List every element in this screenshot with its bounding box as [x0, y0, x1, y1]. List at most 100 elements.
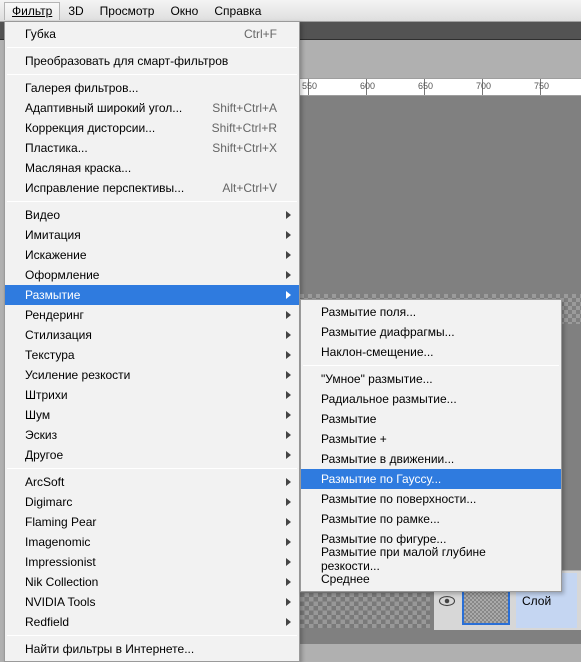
filter-menu-item[interactable]: Пластика...Shift+Ctrl+X	[5, 138, 299, 158]
blur-submenu-item[interactable]: Среднее	[301, 569, 561, 589]
submenu-arrow-icon	[286, 478, 291, 486]
menu-item-label: Redfield	[25, 615, 277, 629]
filter-menu-item[interactable]: Nik Collection	[5, 572, 299, 592]
filter-menu-item[interactable]: Imagenomic	[5, 532, 299, 552]
menubar-item-view[interactable]: Просмотр	[92, 2, 163, 20]
submenu-arrow-icon	[286, 498, 291, 506]
submenu-arrow-icon	[286, 558, 291, 566]
visibility-eye-icon[interactable]	[438, 595, 456, 607]
filter-menu-item[interactable]: Исправление перспективы... Alt+Ctrl+V	[5, 178, 299, 198]
submenu-arrow-icon	[286, 518, 291, 526]
blur-submenu-item[interactable]: Размытие поля...	[301, 302, 561, 322]
filter-menu-item[interactable]: Штрихи	[5, 385, 299, 405]
blur-submenu-item[interactable]: Размытие диафрагмы...	[301, 322, 561, 342]
blur-submenu-item[interactable]: Наклон-смещение...	[301, 342, 561, 362]
submenu-arrow-icon	[286, 231, 291, 239]
menubar-label: Просмотр	[100, 4, 155, 18]
menubar-label: Окно	[170, 4, 198, 18]
submenu-arrow-icon	[286, 311, 291, 319]
menu-item-label: Губка	[25, 27, 228, 41]
filter-menu-item[interactable]: Губка Ctrl+F	[5, 24, 299, 44]
submenu-arrow-icon	[286, 598, 291, 606]
menu-separator	[7, 74, 297, 75]
blur-submenu-item[interactable]: Размытие по рамке...	[301, 509, 561, 529]
filter-menu-item[interactable]: Шум	[5, 405, 299, 425]
menu-item-label: Размытие по фигуре...	[321, 532, 539, 546]
menu-item-label: Наклон-смещение...	[321, 345, 539, 359]
filter-menu-item[interactable]: Другое	[5, 445, 299, 465]
blur-submenu-item[interactable]: Размытие +	[301, 429, 561, 449]
menu-item-label: Найти фильтры в Интернете...	[25, 642, 277, 656]
ruler-tick: 650	[418, 81, 433, 91]
menubar-item-filter[interactable]: Фильтр	[4, 2, 60, 20]
filter-menu-item[interactable]: Коррекция дисторсии...Shift+Ctrl+R	[5, 118, 299, 138]
menu-item-shortcut: Alt+Ctrl+V	[222, 181, 277, 195]
menubar-label: Справка	[214, 4, 261, 18]
menu-item-label: Рендеринг	[25, 308, 277, 322]
blur-submenu-item[interactable]: Размытие	[301, 409, 561, 429]
filter-menu-item[interactable]: Масляная краска...	[5, 158, 299, 178]
menu-item-label: Исправление перспективы...	[25, 181, 206, 195]
menu-item-label: Стилизация	[25, 328, 277, 342]
filter-menu-item[interactable]: Flaming Pear	[5, 512, 299, 532]
menu-item-label: Преобразовать для смарт-фильтров	[25, 54, 277, 68]
menubar-label: Фильтр	[12, 4, 52, 18]
blur-submenu-item[interactable]: "Умное" размытие...	[301, 369, 561, 389]
filter-menu-item[interactable]: NVIDIA Tools	[5, 592, 299, 612]
filter-menu-item[interactable]: Преобразовать для смарт-фильтров	[5, 51, 299, 71]
blur-submenu-item[interactable]: Размытие по поверхности...	[301, 489, 561, 509]
blur-submenu-item[interactable]: Размытие в движении...	[301, 449, 561, 469]
submenu-arrow-icon	[286, 618, 291, 626]
filter-menu-item[interactable]: Эскиз	[5, 425, 299, 445]
filter-menu-item[interactable]: Усиление резкости	[5, 365, 299, 385]
menu-item-label: Пластика...	[25, 141, 196, 155]
filter-menu-item[interactable]: Impressionist	[5, 552, 299, 572]
menubar-item-window[interactable]: Окно	[162, 2, 206, 20]
menubar-item-3d[interactable]: 3D	[60, 2, 91, 20]
filter-menu-item[interactable]: Рендеринг	[5, 305, 299, 325]
blur-submenu-item[interactable]: Радиальное размытие...	[301, 389, 561, 409]
filter-menu: Губка Ctrl+F Преобразовать для смарт-фильт…	[4, 21, 300, 662]
menu-item-label: Оформление	[25, 268, 277, 282]
menu-separator	[7, 635, 297, 636]
filter-menu-item[interactable]: Галерея фильтров...	[5, 78, 299, 98]
menu-item-label: Искажение	[25, 248, 277, 262]
blur-submenu-item[interactable]: Размытие по Гауссу...	[301, 469, 561, 489]
menu-separator	[7, 47, 297, 48]
menu-item-label: Радиальное размытие...	[321, 392, 539, 406]
menu-item-label: Размытие	[25, 288, 277, 302]
filter-menu-item[interactable]: Digimarc	[5, 492, 299, 512]
menu-item-label: Размытие поля...	[321, 305, 539, 319]
menu-item-label: Среднее	[321, 572, 539, 586]
menu-item-label: Другое	[25, 448, 277, 462]
menubar-item-help[interactable]: Справка	[206, 2, 269, 20]
filter-menu-item[interactable]: Искажение	[5, 245, 299, 265]
filter-menu-item[interactable]: Размытие	[5, 285, 299, 305]
ruler-tick: 700	[476, 81, 491, 91]
blur-submenu-item[interactable]: Размытие при малой глубине резкости...	[301, 549, 561, 569]
filter-menu-item[interactable]: Имитация	[5, 225, 299, 245]
blur-submenu: Размытие поля... Размытие диафрагмы... Нак…	[300, 299, 562, 592]
filter-menu-item[interactable]: Стилизация	[5, 325, 299, 345]
filter-menu-item[interactable]: Адаптивный широкий угол...Shift+Ctrl+A	[5, 98, 299, 118]
filter-menu-item[interactable]: Видео	[5, 205, 299, 225]
menu-item-label: Адаптивный широкий угол...	[25, 101, 196, 115]
menu-item-shortcut: Ctrl+F	[244, 27, 277, 41]
menu-item-label: Текстура	[25, 348, 277, 362]
submenu-arrow-icon	[286, 431, 291, 439]
submenu-arrow-icon	[286, 578, 291, 586]
menu-item-label: Имитация	[25, 228, 277, 242]
menu-item-label: Размытие по поверхности...	[321, 492, 539, 506]
filter-menu-item[interactable]: Текстура	[5, 345, 299, 365]
ruler-tick: 750	[534, 81, 549, 91]
menu-item-label: Размытие по Гауссу...	[321, 472, 539, 486]
menu-item-label: Размытие в движении...	[321, 452, 539, 466]
menu-item-label: Imagenomic	[25, 535, 277, 549]
filter-menu-item[interactable]: ArcSoft	[5, 472, 299, 492]
menu-item-label: Размытие диафрагмы...	[321, 325, 539, 339]
filter-menu-item[interactable]: Найти фильтры в Интернете...	[5, 639, 299, 659]
menu-item-label: Размытие по рамке...	[321, 512, 539, 526]
filter-menu-item[interactable]: Оформление	[5, 265, 299, 285]
filter-menu-item[interactable]: Redfield	[5, 612, 299, 632]
menu-item-label: Шум	[25, 408, 277, 422]
